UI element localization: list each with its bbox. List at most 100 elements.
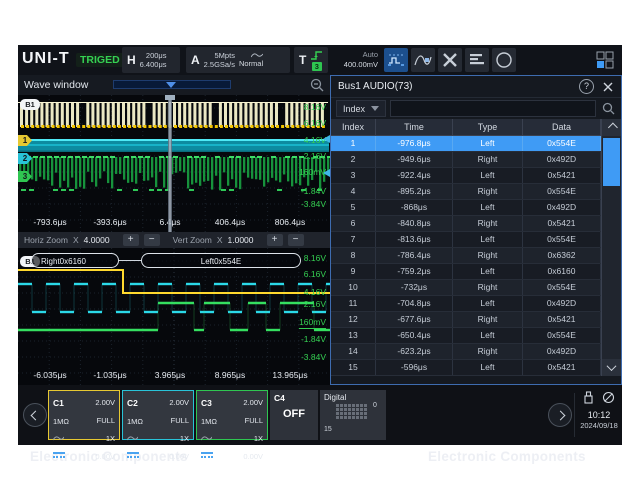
close-icon[interactable] bbox=[602, 81, 614, 93]
digital-channel-dot bbox=[336, 416, 339, 419]
cell-c0: 7 bbox=[331, 232, 376, 247]
filter-dropdown[interactable]: Index bbox=[336, 100, 386, 117]
pan-slider[interactable] bbox=[113, 80, 231, 89]
wave-window-title: Wave window bbox=[24, 79, 88, 91]
card-value: FULL bbox=[245, 416, 263, 425]
vert-zoom-in-button[interactable]: + bbox=[267, 234, 283, 246]
digital-channels-card[interactable]: Digital 0 15 bbox=[320, 390, 386, 440]
cell-c2: Left bbox=[453, 200, 523, 215]
channel2-level-marker[interactable] bbox=[323, 135, 330, 143]
card-row: 1MΩFULL bbox=[127, 411, 189, 429]
digital-first-channel: 0 bbox=[373, 402, 377, 409]
channel-c3-card[interactable]: C32.00V1MΩFULL1X0.00V bbox=[196, 390, 268, 440]
table-row[interactable]: 9-759.2μsLeft0x6160 bbox=[331, 264, 601, 280]
digital-channel-dot bbox=[352, 412, 355, 415]
digital-channel-dot bbox=[352, 404, 355, 407]
horiz-zoom-in-button[interactable]: + bbox=[123, 234, 139, 246]
trigger-info: Auto 400.00mV bbox=[332, 51, 378, 69]
digital-channel-grid bbox=[336, 404, 368, 420]
wave-zoom-plot[interactable]: B1 Right0x6160 Left0x554E 8.16V6.16V4.16… bbox=[18, 248, 330, 385]
channel-c2-card[interactable]: C22.00V1MΩFULL1X0.00V bbox=[122, 390, 194, 440]
math-tool-button[interactable] bbox=[411, 48, 435, 72]
table-row[interactable]: 1-976.8μsLeft0x554E bbox=[331, 136, 601, 152]
acquire-menu-button[interactable]: A 5Mpts 2.5GSa/s Normal bbox=[186, 47, 290, 73]
digital-channel-dot bbox=[340, 412, 343, 415]
scroll-up-button[interactable] bbox=[602, 119, 621, 136]
trigger-menu-button[interactable]: T 3 bbox=[294, 47, 328, 73]
search-input[interactable] bbox=[390, 100, 596, 117]
channel-state: OFF bbox=[270, 408, 318, 420]
cell-c3: 0x492D bbox=[523, 200, 601, 215]
zoom-cursor-handle[interactable] bbox=[165, 95, 175, 100]
horizontal-menu-button[interactable]: H 200μs 6.400μs bbox=[122, 47, 180, 73]
collapse-left-button[interactable] bbox=[23, 403, 47, 427]
table-row[interactable]: 8-786.4μsRight0x6362 bbox=[331, 248, 601, 264]
search-icon[interactable] bbox=[600, 102, 616, 115]
table-row[interactable]: 6-840.8μsRight0x5421 bbox=[331, 216, 601, 232]
vert-zoom-out-button[interactable]: − bbox=[288, 234, 304, 246]
cell-c2: Left bbox=[453, 168, 523, 183]
column-header-data: Data bbox=[523, 119, 601, 135]
table-row[interactable]: 7-813.6μsLeft0x554E bbox=[331, 232, 601, 248]
scrollbar-track[interactable] bbox=[602, 136, 621, 359]
oscilloscope-app: UNI-T TRIGED H 200μs 6.400μs A 5Mpts 2.5… bbox=[18, 45, 622, 445]
cell-c0: 1 bbox=[331, 136, 376, 151]
cell-c0: 4 bbox=[331, 184, 376, 199]
digital-channel-dot bbox=[356, 416, 359, 419]
card-value: 2.00V bbox=[169, 398, 189, 407]
table-row[interactable]: 5-868μsLeft0x492D bbox=[331, 200, 601, 216]
display-layout-button[interactable] bbox=[596, 51, 614, 69]
screenshot-canvas: Electronic Components Electronic Compone… bbox=[0, 0, 640, 480]
system-status-block: 10:12 2024/09/18 bbox=[576, 391, 622, 430]
cell-c0: 12 bbox=[331, 312, 376, 327]
cell-c3: 0x5421 bbox=[523, 312, 601, 327]
chevron-up-icon bbox=[608, 123, 618, 133]
channel-name: C4 bbox=[274, 393, 285, 403]
wave-window-header: Wave window bbox=[18, 75, 330, 95]
table-row[interactable]: 15-596μsLeft0x5421 bbox=[331, 360, 601, 376]
pan-position-marker[interactable] bbox=[166, 82, 176, 88]
card-value: 2.00V bbox=[95, 398, 115, 407]
channel-c1-card[interactable]: C12.00V1MΩFULL1X0.00V bbox=[48, 390, 120, 440]
bus-decode-tool-button[interactable] bbox=[384, 48, 408, 72]
cell-c0: 2 bbox=[331, 152, 376, 167]
table-row[interactable]: 10-732μsRight0x554E bbox=[331, 280, 601, 296]
cell-c1: -650.4μs bbox=[376, 328, 453, 343]
table-row[interactable]: 2-949.6μsRight0x492D bbox=[331, 152, 601, 168]
cell-c1: -949.6μs bbox=[376, 152, 453, 167]
table-row[interactable]: 11-704.8μsLeft0x492D bbox=[331, 296, 601, 312]
table-row[interactable]: 4-895.2μsRight0x554E bbox=[331, 184, 601, 200]
card-value: FULL bbox=[171, 416, 189, 425]
scroll-down-button[interactable] bbox=[602, 359, 621, 376]
circle-tool-button[interactable] bbox=[492, 48, 516, 72]
zoom-window-cursor[interactable] bbox=[168, 95, 172, 232]
cell-c2: Right bbox=[453, 152, 523, 167]
channel3-level-marker[interactable] bbox=[323, 169, 330, 177]
cross-tool-button[interactable] bbox=[438, 48, 462, 72]
histogram-tool-button[interactable] bbox=[465, 48, 489, 72]
digital-channel-dot bbox=[340, 416, 343, 419]
expand-right-button[interactable] bbox=[548, 403, 572, 427]
horiz-zoom-out-button[interactable]: − bbox=[144, 234, 160, 246]
help-icon[interactable]: ? bbox=[579, 79, 594, 94]
cell-c2: Left bbox=[453, 296, 523, 311]
wave-overview-plot[interactable]: B1 8.16V6.16V4.16V2.16V160mV-1.84V-3.84V… bbox=[18, 95, 330, 232]
cell-c3: 0x492D bbox=[523, 152, 601, 167]
digital-channel-dot bbox=[360, 404, 363, 407]
table-row[interactable]: 14-623.2μsRight0x492D bbox=[331, 344, 601, 360]
table-row[interactable]: 3-922.4μsLeft0x5421 bbox=[331, 168, 601, 184]
table-row[interactable]: 12-677.6μsRight0x5421 bbox=[331, 312, 601, 328]
scrollbar-thumb[interactable] bbox=[603, 138, 620, 186]
card-value: 0.00V bbox=[243, 452, 263, 461]
digital-channel-dot bbox=[344, 408, 347, 411]
impedance-value: 1MΩ bbox=[53, 411, 69, 429]
horiz-zoom-x: X bbox=[73, 235, 79, 245]
card-row: 0.00V bbox=[53, 447, 115, 465]
voltage-label: 6.16V bbox=[304, 118, 326, 129]
time-label: -6.035μs bbox=[20, 370, 80, 380]
voltage-label: 2.16V bbox=[304, 151, 326, 162]
channel-c4-card[interactable]: C4 OFF bbox=[270, 390, 318, 440]
table-row[interactable]: 13-650.4μsLeft0x554E bbox=[331, 328, 601, 344]
bus-b1-pill[interactable]: B1 bbox=[20, 99, 40, 110]
digital-channel-dot bbox=[360, 408, 363, 411]
